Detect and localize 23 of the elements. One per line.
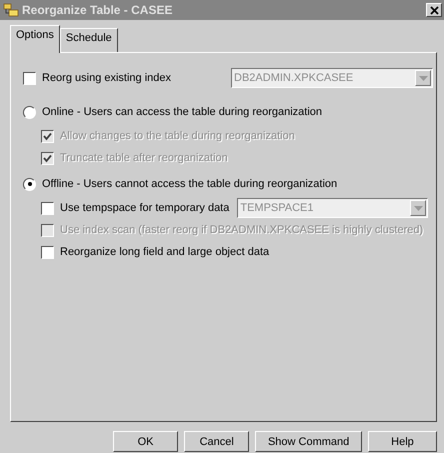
- close-icon: [430, 6, 438, 14]
- window-title: Reorganize Table - CASEE: [22, 3, 174, 17]
- dialog-button[interactable]: Show Command: [255, 431, 362, 452]
- dialog-button[interactable]: Cancel: [184, 431, 250, 452]
- tab[interactable]: Schedule: [60, 28, 118, 52]
- checkbox-label: Truncate table after reorganization: [60, 152, 228, 164]
- checkbox-label: Use tempspace for temporary data: [60, 202, 230, 214]
- tab[interactable]: Options: [10, 25, 60, 53]
- checkbox-label: Reorganize long field and large object data: [60, 246, 270, 258]
- close-button[interactable]: [426, 3, 442, 17]
- dialog-button[interactable]: OK: [113, 431, 178, 452]
- checkbox[interactable]: [41, 246, 54, 258]
- radio-button[interactable]: [23, 178, 36, 190]
- checkbox-label: Allow changes to the table during reorganization: [60, 130, 295, 142]
- radio-label: Online - Users can access the table during reorganization: [42, 106, 322, 118]
- checkbox-label: Reorg using existing index: [42, 72, 172, 84]
- checkbox[interactable]: [23, 72, 36, 84]
- radio-button[interactable]: [23, 106, 36, 118]
- folder-icon: [3, 3, 19, 17]
- checkbox[interactable]: [41, 202, 54, 214]
- checkbox-label: Use index scan (faster reorg if DB2ADMIN.XPKCASEE is highly clustered): [60, 224, 424, 236]
- dialog-button[interactable]: Help: [368, 431, 437, 452]
- radio-label: Offline - Users cannot access the table during reorganization: [42, 178, 338, 190]
